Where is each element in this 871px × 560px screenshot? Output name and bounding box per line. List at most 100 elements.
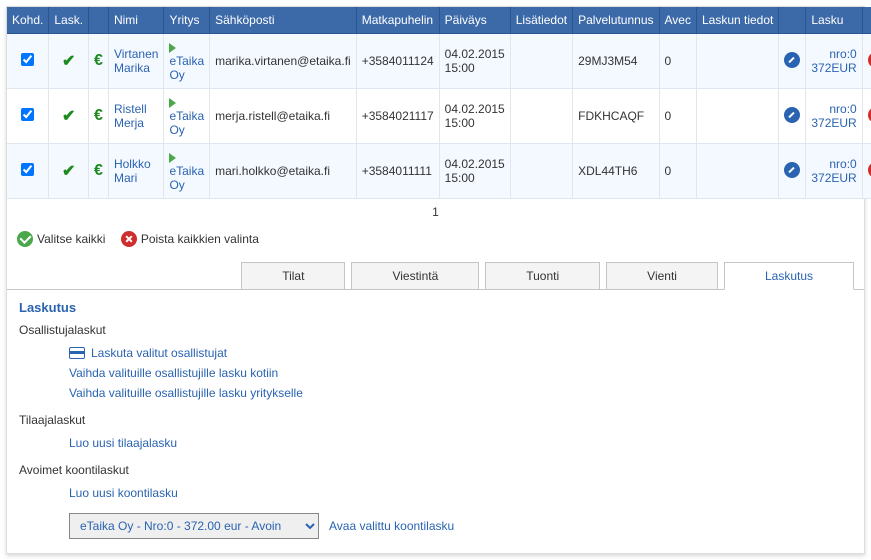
row-phone: +3584011111	[356, 144, 439, 199]
row-name[interactable]: Ristell Merja	[114, 102, 147, 130]
table-row: ✔ € Virtanen Marika eTaika Oymarika.virtane…	[7, 34, 871, 89]
row-date: 04.02.2015 15:00	[439, 89, 510, 144]
row-company[interactable]: eTaika Oy	[169, 109, 204, 137]
koontilasku-select[interactable]: eTaika Oy - Nro:0 - 372.00 eur - Avoin	[69, 513, 319, 539]
col-kohd: Kohd.	[7, 7, 49, 34]
row-phone: +3584021117	[356, 89, 439, 144]
col-nimi: Nimi	[108, 7, 163, 34]
pager-page[interactable]: 1	[432, 205, 439, 219]
row-service-code: FDKHCAQF	[573, 89, 659, 144]
check-circle-icon	[17, 231, 33, 247]
select-all-link[interactable]: Valitse kaikki	[17, 231, 105, 247]
vaihda-yritykselle-label: Vaihda valituille osallistujille lasku y…	[69, 386, 303, 400]
avoimet-koontilaskut-label: Avoimet koontilaskut	[19, 463, 852, 477]
col-palvelutunnus: Palvelutunnus	[573, 7, 659, 34]
row-phone: +3584011124	[356, 34, 439, 89]
row-avec: 0	[659, 144, 696, 199]
col-avec: Avec	[659, 7, 696, 34]
row-info	[510, 89, 572, 144]
col-delete	[862, 7, 871, 34]
tab-laskutus[interactable]: Laskutus	[724, 262, 854, 290]
col-laskun-tiedot: Laskun tiedot	[696, 7, 778, 34]
checkmark-icon: ✔	[62, 163, 75, 180]
row-service-code: 29MJ3M54	[573, 34, 659, 89]
col-currency	[89, 7, 109, 34]
row-info	[510, 34, 572, 89]
edit-icon[interactable]	[784, 162, 800, 178]
tab-tilat[interactable]: Tilat	[241, 262, 345, 290]
vaihda-kotiin-link[interactable]: Vaihda valituille osallistujille lasku k…	[69, 363, 852, 383]
col-lisatiedot: Lisätiedot	[510, 7, 572, 34]
vaihda-kotiin-label: Vaihda valituille osallistujille lasku k…	[69, 366, 278, 380]
tab-tuonti[interactable]: Tuonti	[485, 262, 600, 290]
tab-content-laskutus: Laskutus Osallistujalaskut Laskuta valit…	[7, 289, 864, 553]
tilaajalaskut-actions: Luo uusi tilaajalasku	[69, 433, 852, 453]
col-edit	[779, 7, 806, 34]
row-email: merja.ristell@etaika.fi	[210, 89, 357, 144]
participants-table: Kohd. Lask. Nimi Yritys Sähköposti Matka…	[7, 7, 871, 199]
tab-viestinta[interactable]: Viestintä	[351, 262, 479, 290]
deselect-all-label: Poista kaikkien valinta	[141, 232, 259, 246]
row-invoice[interactable]: nro:0372EUR	[806, 144, 862, 199]
row-invoice-details	[696, 34, 778, 89]
tab-vienti[interactable]: Vienti	[606, 262, 718, 290]
row-company[interactable]: eTaika Oy	[169, 164, 204, 192]
luo-koontilasku-label: Luo uusi koontilasku	[69, 486, 178, 500]
row-company[interactable]: eTaika Oy	[169, 54, 204, 82]
row-checkbox[interactable]	[21, 108, 34, 121]
koontilaskut-actions: Luo uusi koontilasku	[69, 483, 852, 503]
card-icon	[69, 347, 85, 359]
laskuta-valitut-label: Laskuta valitut osallistujat	[91, 346, 227, 360]
edit-icon[interactable]	[784, 52, 800, 68]
luo-tilaajalasku-link[interactable]: Luo uusi tilaajalasku	[69, 433, 852, 453]
luo-koontilasku-link[interactable]: Luo uusi koontilasku	[69, 483, 852, 503]
edit-icon[interactable]	[784, 107, 800, 123]
row-date: 04.02.2015 15:00	[439, 144, 510, 199]
play-icon	[169, 98, 176, 108]
laskuta-valitut-link[interactable]: Laskuta valitut osallistujat	[69, 343, 852, 363]
tabs: Tilat Viestintä Tuonti Vienti Laskutus	[7, 256, 864, 290]
select-all-label: Valitse kaikki	[37, 232, 105, 246]
euro-icon: €	[94, 107, 103, 124]
euro-icon: €	[94, 52, 103, 69]
tilaajalaskut-label: Tilaajalaskut	[19, 413, 852, 427]
row-name[interactable]: Holkko Mari	[114, 157, 151, 185]
row-info	[510, 144, 572, 199]
col-paivays: Päiväys	[439, 7, 510, 34]
row-invoice[interactable]: nro:0372EUR	[806, 89, 862, 144]
col-yritys: Yritys	[164, 7, 210, 34]
row-email: mari.holkko@etaika.fi	[210, 144, 357, 199]
avaa-koontilasku-link[interactable]: Avaa valittu koontilasku	[329, 519, 454, 533]
osallistujalaskut-label: Osallistujalaskut	[19, 323, 852, 337]
section-title: Laskutus	[19, 300, 852, 315]
col-lask: Lask.	[49, 7, 89, 34]
table-row: ✔ € Holkko Mari eTaika Oymari.holkko@etaika…	[7, 144, 871, 199]
row-checkbox[interactable]	[21, 53, 34, 66]
vaihda-yritykselle-link[interactable]: Vaihda valituille osallistujille lasku y…	[69, 383, 852, 403]
euro-icon: €	[94, 162, 103, 179]
deselect-all-link[interactable]: Poista kaikkien valinta	[121, 231, 259, 247]
table-header-row: Kohd. Lask. Nimi Yritys Sähköposti Matka…	[7, 7, 871, 34]
row-invoice[interactable]: nro:0372EUR	[806, 34, 862, 89]
row-avec: 0	[659, 89, 696, 144]
play-icon	[169, 153, 176, 163]
checkmark-icon: ✔	[62, 53, 75, 70]
row-name[interactable]: Virtanen Marika	[114, 47, 158, 75]
table-row: ✔ € Ristell Merja eTaika Oymerja.ristell@et…	[7, 89, 871, 144]
koontilasku-select-row: eTaika Oy - Nro:0 - 372.00 eur - Avoin A…	[69, 513, 852, 539]
selection-row: Valitse kaikki Poista kaikkien valinta	[7, 225, 864, 256]
checkmark-icon: ✔	[62, 108, 75, 125]
row-service-code: XDL44TH6	[573, 144, 659, 199]
col-sahkoposti: Sähköposti	[210, 7, 357, 34]
row-email: marika.virtanen@etaika.fi	[210, 34, 357, 89]
main-panel: Kohd. Lask. Nimi Yritys Sähköposti Matka…	[6, 6, 865, 554]
luo-tilaajalasku-label: Luo uusi tilaajalasku	[69, 436, 177, 450]
pager: 1	[7, 199, 864, 225]
col-matkapuhelin: Matkapuhelin	[356, 7, 439, 34]
row-avec: 0	[659, 34, 696, 89]
row-checkbox[interactable]	[21, 163, 34, 176]
close-circle-icon	[121, 231, 137, 247]
col-lasku: Lasku	[806, 7, 862, 34]
row-date: 04.02.2015 15:00	[439, 34, 510, 89]
osallistujalaskut-actions: Laskuta valitut osallistujat Vaihda vali…	[69, 343, 852, 403]
